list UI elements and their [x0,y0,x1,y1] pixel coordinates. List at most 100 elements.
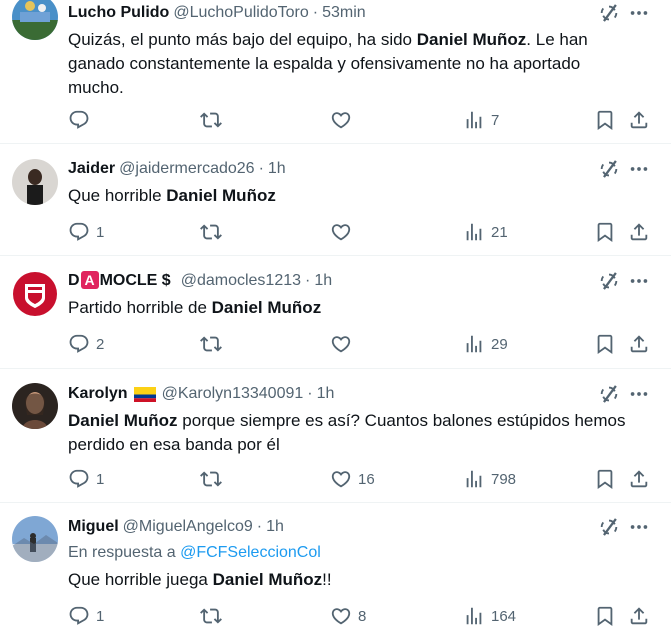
display-name[interactable]: Jaider [68,158,115,180]
like-button[interactable]: 16 [330,467,375,491]
grok-icon[interactable] [598,383,620,405]
bookmark-button[interactable] [594,604,616,628]
display-name[interactable]: Miguel [68,516,119,538]
timestamp[interactable]: 53min [322,2,366,24]
grok-icon[interactable] [598,158,620,180]
bookmark-button[interactable] [594,332,616,356]
views-button[interactable]: 798 [463,467,516,491]
avatar[interactable] [12,271,58,317]
tweet-text: Daniel Muñoz porque siempre es así? Cuan… [68,409,638,457]
tweet-header: D A MOCLE $ @damocles1213 · 1h [68,270,332,292]
retweet-button[interactable] [200,332,228,356]
share-button[interactable] [628,604,650,628]
views-button[interactable]: 164 [463,604,516,628]
retweet-button[interactable] [200,467,228,491]
mention-bold: Daniel Muñoz [166,186,276,205]
name-part: D [68,272,80,289]
display-name[interactable]: D A MOCLE $ [68,270,171,292]
avatar[interactable] [12,159,58,205]
more-icon[interactable] [628,158,650,180]
more-icon[interactable] [628,2,650,24]
tweet[interactable]: Lucho Pulido @LuchoPulidoToro · 53min Qu… [0,0,671,144]
tweet[interactable]: D A MOCLE $ @damocles1213 · 1h Partido hor… [0,256,671,369]
tweet-header: Miguel @MiguelAngelco9 · 1h [68,516,284,538]
display-name[interactable]: Karolyn [68,383,128,405]
retweet-icon [200,605,222,627]
retweet-button[interactable] [200,220,228,244]
text-segment: Quizás, el punto más bajo del equipo, ha… [68,30,417,49]
bookmark-button[interactable] [594,108,616,132]
reply-button[interactable]: 2 [68,332,104,356]
separator-dot: · [305,272,311,289]
like-icon [330,468,352,490]
separator-dot: · [256,518,263,535]
reply-icon [68,468,90,490]
bookmark-button[interactable] [594,467,616,491]
tweet[interactable]: Karolyn @Karolyn13340091 · 1h Daniel Muñ… [0,369,671,503]
replying-to-link[interactable]: @FCFSeleccionCol [180,544,321,561]
reply-count: 1 [96,223,105,241]
views-icon [463,333,485,355]
mention-bold: Daniel Muñoz [211,298,322,317]
text-segment: Partido horrible de [68,298,212,317]
colombia-flag-icon [133,386,156,402]
retweet-button[interactable] [200,604,228,628]
user-handle[interactable]: @Karolyn13340091 [162,383,304,405]
share-button[interactable] [628,332,650,356]
retweet-icon [200,109,222,131]
share-button[interactable] [628,108,650,132]
timestamp[interactable]: 1h [314,270,332,292]
avatar[interactable] [12,516,58,562]
like-button[interactable] [330,332,358,356]
views-icon [463,605,485,627]
user-handle[interactable]: @damocles1213 [181,270,301,292]
tweet-header: Lucho Pulido @LuchoPulidoToro · 53min [68,2,366,24]
views-button[interactable]: 21 [463,220,508,244]
views-icon [463,109,485,131]
more-icon[interactable] [628,383,650,405]
tweet-text: Que horrible Daniel Muñoz [68,184,628,208]
share-button[interactable] [628,220,650,244]
views-button[interactable]: 29 [463,332,508,356]
reply-count: 1 [96,470,105,488]
like-icon [330,605,352,627]
more-icon[interactable] [628,270,650,292]
mention-bold: Daniel Muñoz [68,411,178,430]
dollar-sign: $ [161,272,171,289]
retweet-button[interactable] [200,108,228,132]
tweet[interactable]: Jaider @jaidermercado26 · 1h Que horribl… [0,144,671,256]
reply-icon [68,221,90,243]
user-handle[interactable]: @LuchoPulidoToro [173,2,308,24]
action-bar: 7 [68,108,651,132]
reply-button[interactable]: 1 [68,220,104,244]
like-button[interactable] [330,220,358,244]
grok-icon[interactable] [598,516,620,538]
bookmark-button[interactable] [594,220,616,244]
reply-button[interactable]: 1 [68,604,104,628]
avatar[interactable] [12,0,58,40]
reply-button[interactable] [68,108,96,132]
like-button[interactable]: 8 [330,604,366,628]
user-handle[interactable]: @jaidermercado26 [119,158,254,180]
timestamp[interactable]: 1h [317,383,335,405]
user-handle[interactable]: @MiguelAngelco9 [123,516,253,538]
avatar[interactable] [12,383,58,429]
bookmark-icon [594,605,616,627]
more-icon[interactable] [628,516,650,538]
display-name[interactable]: Lucho Pulido [68,2,169,24]
tweet-text: Partido horrible de Daniel Muñoz [68,296,628,320]
views-button[interactable]: 7 [463,108,499,132]
grok-icon[interactable] [598,270,620,292]
timestamp[interactable]: 1h [266,516,284,538]
tweet[interactable]: Miguel @MiguelAngelco9 · 1h En respuesta… [0,503,671,640]
share-button[interactable] [628,467,650,491]
grok-icon[interactable] [598,2,620,24]
share-icon [628,109,650,131]
timestamp[interactable]: 1h [268,158,286,180]
mention-bold: Daniel Muñoz [416,30,527,49]
replying-to-label: En respuesta a [68,544,181,561]
tweet-text: Quizás, el punto más bajo del equipo, ha… [68,28,628,100]
reply-icon [68,605,90,627]
reply-button[interactable]: 1 [68,467,104,491]
like-button[interactable] [330,108,358,132]
